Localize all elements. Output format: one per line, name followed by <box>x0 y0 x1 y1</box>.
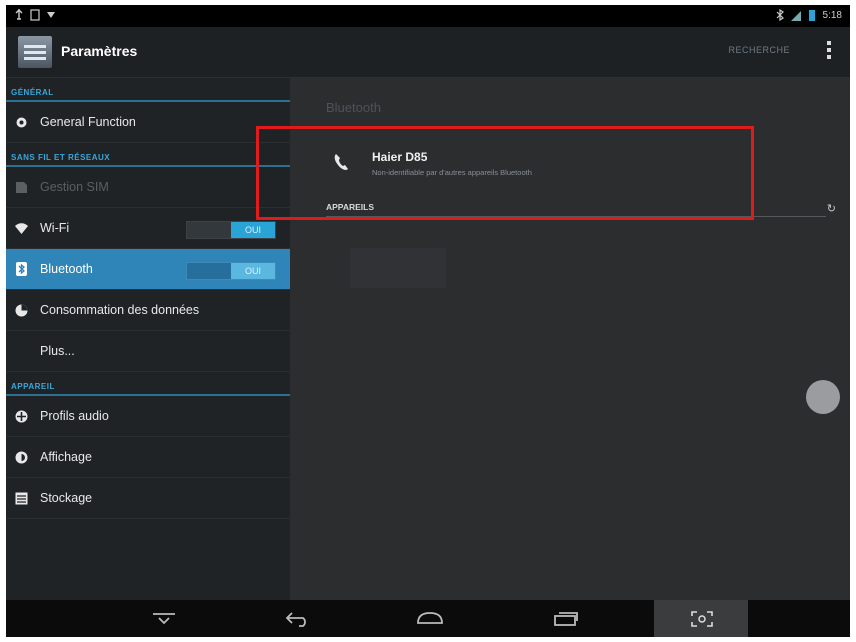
action-bar: Paramètres RECHERCHE <box>6 27 850 78</box>
page-title: Paramètres <box>61 43 138 59</box>
sidebar-item-label: Plus... <box>40 344 75 358</box>
wifi-icon <box>14 221 28 235</box>
section-header-device: APPAREIL <box>6 372 290 396</box>
sidebar-item-label: Affichage <box>40 450 92 464</box>
sidebar-item-label: Wi-Fi <box>40 221 70 235</box>
recent-apps-icon[interactable] <box>546 608 586 630</box>
sidebar-item-label: Bluetooth <box>40 262 93 276</box>
sidebar-item-more[interactable]: Plus... <box>6 331 290 372</box>
data-usage-icon <box>14 303 28 317</box>
toggle-state: OUI <box>231 222 275 238</box>
bluetooth-toggle[interactable]: OUI <box>186 262 276 280</box>
sidebar-item-wifi[interactable]: Wi-Fi OUI <box>6 208 290 249</box>
sim-card-icon <box>14 180 28 194</box>
bluetooth-panel: Bluetooth Haier D85 Non-identifiable par… <box>256 78 850 600</box>
sidebar-item-general-function[interactable]: General Function <box>6 102 290 143</box>
panel-heading: Bluetooth <box>326 100 381 115</box>
sidebar-item-audio-profiles[interactable]: Profils audio <box>6 396 290 437</box>
sidebar-item-label: Profils audio <box>40 409 109 423</box>
screenshot-icon[interactable] <box>682 608 722 630</box>
navigation-bar <box>6 600 850 637</box>
status-bar: 5:18 <box>6 5 850 27</box>
section-header-wireless: SANS FIL ET RÉSEAUX <box>6 143 290 167</box>
hide-keyboard-icon[interactable] <box>144 608 184 630</box>
tablet-screen: 5:18 Paramètres RECHERCHE GÉNÉRAL Genera… <box>6 5 850 637</box>
settings-sidebar: GÉNÉRAL General Function SANS FIL ET RÉS… <box>6 78 290 600</box>
back-icon[interactable] <box>278 608 318 630</box>
storage-icon <box>14 491 28 505</box>
sidebar-item-sim: Gestion SIM <box>6 167 290 208</box>
empty-list-placeholder <box>350 248 446 288</box>
bluetooth-icon <box>14 262 28 276</box>
gear-icon <box>14 115 28 129</box>
toggle-state: OUI <box>231 263 275 279</box>
search-action-button[interactable]: RECHERCHE <box>728 45 790 55</box>
sidebar-item-data-usage[interactable]: Consommation des données <box>6 290 290 331</box>
sidebar-item-label: Consommation des données <box>40 303 200 317</box>
settings-app-icon[interactable] <box>18 36 52 68</box>
home-icon[interactable] <box>410 608 450 630</box>
sidebar-item-bluetooth[interactable]: Bluetooth OUI <box>6 249 290 290</box>
usb-icon <box>15 9 23 20</box>
audio-profile-icon <box>14 409 28 423</box>
highlight-box <box>256 126 754 220</box>
sidebar-item-label: General Function <box>40 115 136 129</box>
signal-icon <box>790 11 801 21</box>
sidebar-item-display[interactable]: Affichage <box>6 437 290 478</box>
overflow-menu-icon[interactable] <box>826 41 832 63</box>
bluetooth-status-icon <box>776 9 784 21</box>
sd-card-icon <box>30 9 40 21</box>
floating-handle[interactable] <box>806 380 840 414</box>
wifi-toggle[interactable]: OUI <box>186 221 276 239</box>
battery-icon <box>808 10 815 21</box>
sidebar-item-label: Stockage <box>40 491 93 505</box>
status-time: 5:18 <box>822 9 842 21</box>
section-header-general: GÉNÉRAL <box>6 78 290 102</box>
download-icon <box>47 12 55 18</box>
brightness-icon <box>14 450 28 464</box>
sidebar-item-label: Gestion SIM <box>40 180 109 194</box>
sidebar-item-storage[interactable]: Stockage <box>6 478 290 519</box>
refresh-icon[interactable]: ↻ <box>827 202 836 215</box>
